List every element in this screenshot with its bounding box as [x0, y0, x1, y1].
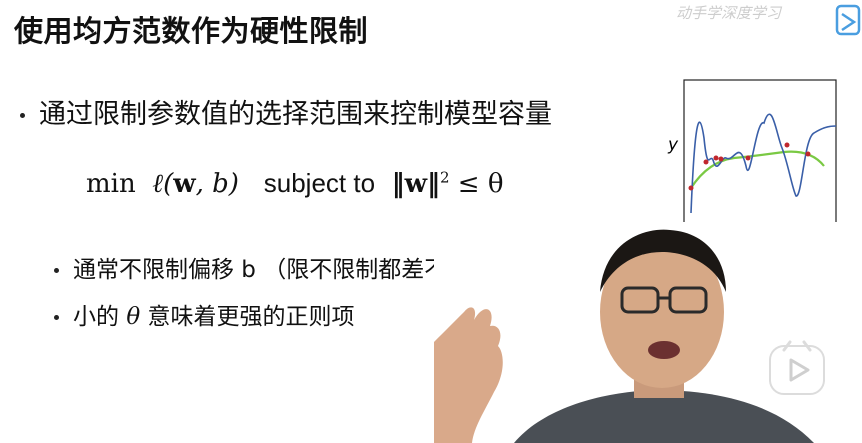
bullet-capacity: 通过限制参数值的选择范围来控制模型容量	[20, 92, 552, 131]
bullet-dot	[54, 315, 59, 320]
plot-point	[703, 159, 709, 165]
formula-leq-theta: ≤ θ	[449, 169, 504, 199]
plot-point	[784, 142, 790, 148]
plot-y-label: y	[667, 135, 679, 155]
bullet-dot	[20, 113, 25, 118]
formula-min: min	[86, 169, 136, 199]
overfitting-plot: y x	[667, 79, 837, 246]
sub-bullet-theta: 小的 θ 意味着更强的正则项	[54, 297, 354, 331]
constraint-formula: min ℓ(w, b) subject to ‖w‖2 ≤ θ	[86, 168, 503, 199]
formula-norm: ‖w‖	[391, 169, 440, 199]
formula-b: , b)	[195, 169, 239, 199]
sub-bullet-bias: 通常不限制偏移 b （限不限制都差不多）	[54, 250, 493, 284]
sub-bullet-bias-text: 通常不限制偏移 b （限不限制都差不多）	[73, 257, 494, 283]
watermark-text: 动手学深度学习	[676, 4, 782, 22]
bullet-dot	[54, 268, 59, 273]
slide: 使用均方范数作为硬性限制 动手学深度学习 通过限制参数值的选择范围来控制模型容量…	[0, 0, 862, 443]
formula-exp: 2	[439, 168, 450, 187]
formula-loss: ℓ(	[152, 169, 174, 199]
plot-point	[713, 155, 719, 161]
plot-point	[718, 156, 724, 162]
formula-subject-to: subject to	[263, 168, 376, 198]
formula-w: w	[173, 169, 196, 199]
bullet-capacity-text: 通过限制参数值的选择范围来控制模型容量	[39, 99, 552, 130]
bilibili-logo-icon	[835, 4, 861, 36]
sub-bullet-theta-symbol: θ	[126, 304, 141, 330]
plot-point	[688, 185, 694, 191]
slide-title: 使用均方范数作为硬性限制	[14, 14, 369, 48]
presenter-video	[434, 222, 862, 443]
sub-bullet-theta-post: 意味着更强的正则项	[140, 304, 355, 330]
plot-point	[805, 151, 811, 157]
play-icon[interactable]	[768, 340, 826, 398]
plot-point	[745, 155, 751, 161]
sub-bullet-theta-pre: 小的	[73, 304, 127, 330]
